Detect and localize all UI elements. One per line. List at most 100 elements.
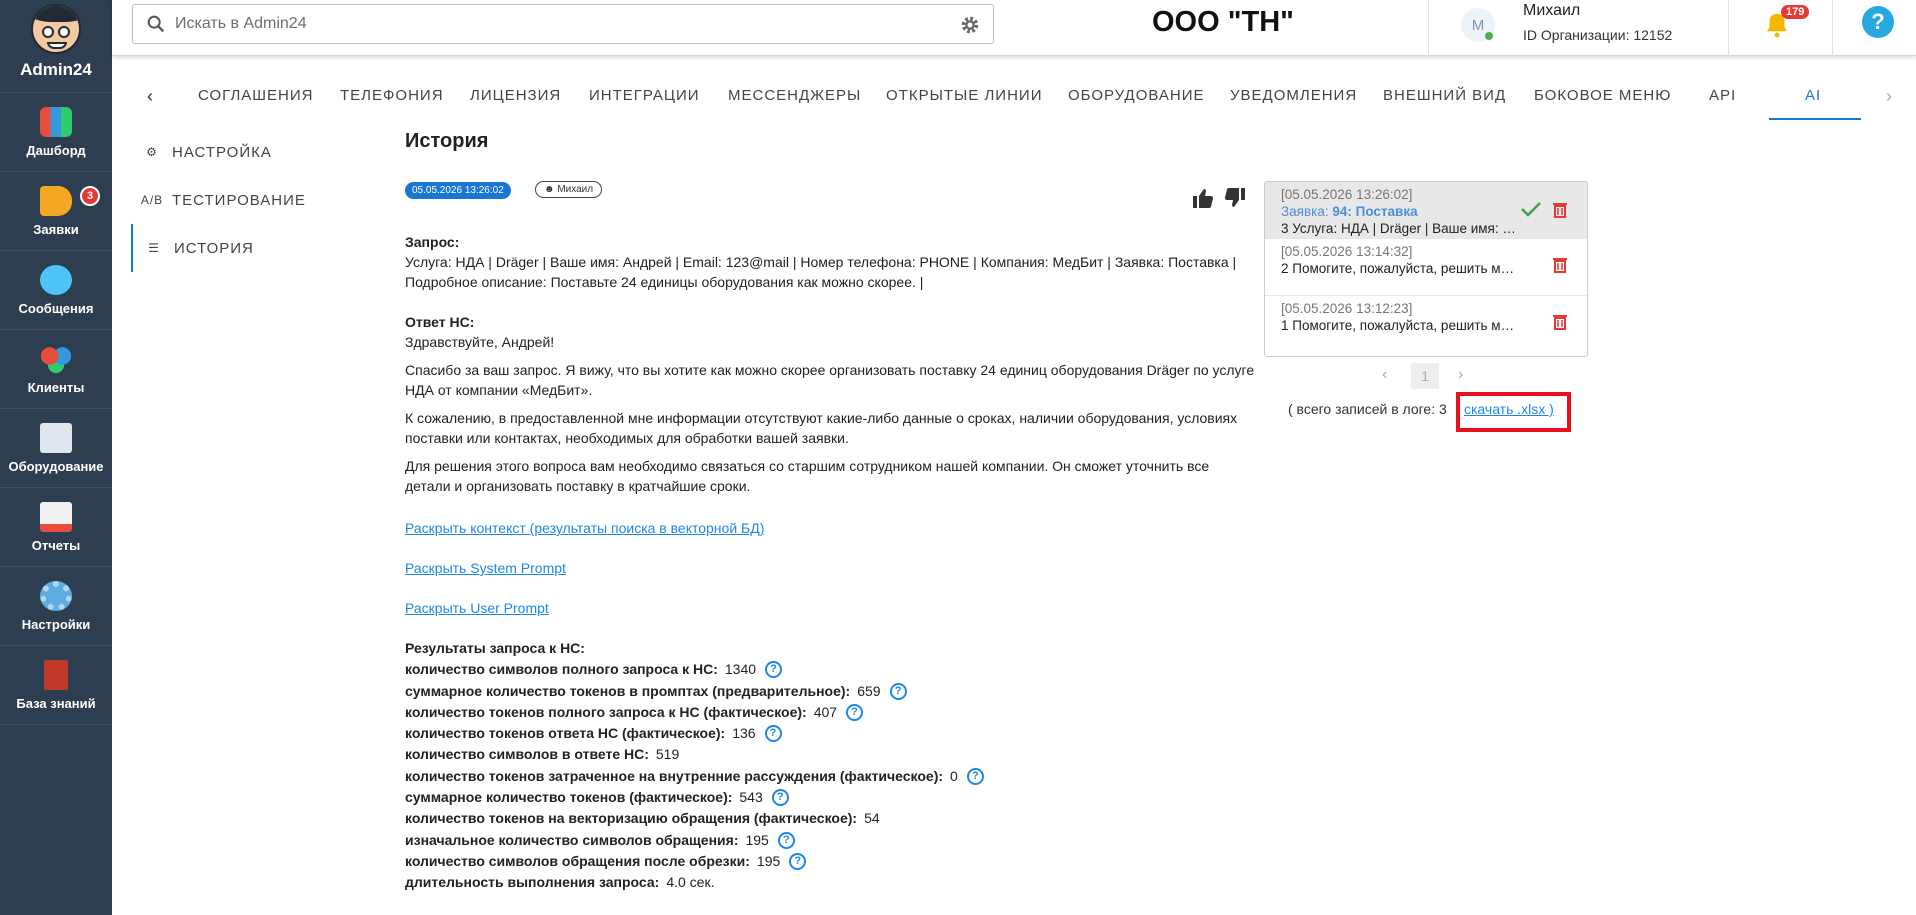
ticket-prefix: Заявка: (1281, 204, 1333, 219)
tab-equipment[interactable]: ОБОРУДОВАНИЕ (1068, 87, 1205, 104)
help-icon[interactable]: ? (771, 789, 789, 807)
help-icon[interactable]: ? (765, 661, 783, 679)
sidebar-item-label: Дашборд (26, 142, 86, 158)
user-profile[interactable]: М Михаил ID Организации: 12152 (1428, 0, 1916, 56)
sidebar-item-label: Настройки (21, 616, 91, 632)
answer-greeting: Здравствуйте, Андрей! (405, 334, 555, 350)
log-pagination: ‹ 1 › (1380, 363, 1470, 389)
history-list-icon: ☰ (148, 241, 160, 255)
stat-label: изначальное количество символов обращени… (405, 831, 739, 848)
search-box[interactable] (132, 4, 994, 44)
sidebar-item-dashboard[interactable]: Дашборд (0, 93, 112, 172)
stat-value: 519 (655, 746, 680, 763)
stat-value: 543 (739, 789, 763, 806)
feedback-buttons (1190, 186, 1250, 210)
log-entry[interactable]: [05.05.2026 13:26:02] Заявка: 94: Постав… (1265, 182, 1587, 239)
sidebar-item-label: Заявки (33, 221, 79, 237)
help-icon[interactable]: ? (846, 704, 864, 722)
settings-tabs: ‹ СОГЛАШЕНИЯ ТЕЛЕФОНИЯ ЛИЦЕНЗИЯ ИНТЕГРАЦ… (112, 72, 1916, 122)
stat-row: суммарное количество токенов в промптах … (405, 681, 1255, 702)
delete-icon[interactable] (1553, 314, 1567, 330)
sidebar-item-reports[interactable]: Отчеты (0, 488, 112, 567)
ab-test-icon: A/B (140, 193, 164, 207)
stat-row: количество символов полного запроса к НС… (405, 659, 1255, 680)
tab-open-lines[interactable]: ОТКРЫТЫЕ ЛИНИИ (886, 87, 1043, 104)
tabs-scroll-right-icon[interactable]: › (1886, 86, 1892, 107)
answer-paragraph: Для решения этого вопроса вам необходимо… (405, 458, 1210, 494)
thumbs-up-icon[interactable] (1190, 186, 1216, 210)
knowledge-base-icon (44, 659, 68, 690)
log-entry-text: 2 Помогите, пожалуйста, решить мою пробл… (1281, 261, 1517, 276)
log-entry[interactable]: [05.05.2026 13:14:32] 2 Помогите, пожалу… (1265, 239, 1587, 296)
results-stats: Результаты запроса к НС: количество симв… (405, 638, 1255, 894)
avatar[interactable]: М (1461, 8, 1495, 42)
ticket-link[interactable]: 94: Поставка (1332, 204, 1417, 219)
organization-id: ID Организации: 12152 (1523, 27, 1673, 43)
next-page-icon[interactable]: › (1458, 366, 1463, 384)
stat-row: суммарное количество токенов (фактическо… (405, 787, 1255, 808)
expand-user-prompt-link[interactable]: Раскрыть User Prompt (405, 600, 549, 616)
dashboard-icon (40, 106, 72, 137)
stat-value: 195 (745, 831, 769, 848)
sidebar-item-equipment[interactable]: Оборудование (0, 409, 112, 488)
help-button[interactable]: ? (1862, 6, 1894, 38)
log-entry[interactable]: [05.05.2026 13:12:23] 1 Помогите, пожалу… (1265, 296, 1587, 353)
subnav-item-settings[interactable]: ⚙ НАСТРОЙКА (131, 128, 331, 176)
online-status-dot (1485, 32, 1493, 40)
tab-messengers[interactable]: МЕССЕНДЖЕРЫ (728, 87, 861, 104)
sidebar-item-clients[interactable]: Клиенты (0, 330, 112, 409)
tab-notifications[interactable]: УВЕДОМЛЕНИЯ (1230, 87, 1357, 104)
sidebar-item-knowledge-base[interactable]: База знаний (0, 646, 112, 725)
stat-label: количество символов полного запроса к НС… (405, 661, 718, 678)
subnav-item-history[interactable]: ☰ ИСТОРИЯ (131, 224, 331, 272)
sidebar-item-messages[interactable]: Сообщения (0, 251, 112, 330)
log-total-count: ( всего записей в логе: 3 (1288, 401, 1447, 417)
delete-icon[interactable] (1553, 257, 1567, 273)
expand-system-prompt-link[interactable]: Раскрыть System Prompt (405, 560, 566, 576)
sidebar-item-requests[interactable]: Заявки 3 (0, 172, 112, 251)
sidebar-logo[interactable]: Admin24 (0, 0, 112, 93)
help-icon[interactable]: ? (777, 831, 795, 849)
notifications-button[interactable] (1728, 0, 1833, 56)
tabs-scroll-left-icon[interactable]: ‹ (147, 86, 153, 107)
help-icon[interactable]: ? (889, 682, 907, 700)
tab-integrations[interactable]: ИНТЕГРАЦИИ (589, 87, 700, 104)
stat-row: длительность выполнения запроса: 4.0 сек. (405, 872, 1255, 893)
search-input[interactable] (175, 15, 945, 33)
download-xlsx-link[interactable]: скачать .xlsx ) (1464, 401, 1554, 417)
brand-name: Admin24 (20, 60, 92, 79)
answer-paragraph: К сожалению, в предоставленной мне инфор… (405, 410, 1238, 446)
stat-row: количество символов в ответе НС: 519 (405, 744, 1255, 765)
stat-label: количество токенов на векторизацию обращ… (405, 810, 858, 827)
tab-agreements[interactable]: СОГЛАШЕНИЯ (198, 87, 314, 104)
stat-label: количество токенов ответа НС (фактическо… (405, 725, 726, 742)
help-icon[interactable]: ? (789, 853, 807, 871)
stat-value: 1340 (724, 661, 757, 678)
answer-paragraph: Спасибо за ваш запрос. Я вижу, что вы хо… (405, 362, 1255, 398)
sidebar-item-settings[interactable]: Настройки (0, 567, 112, 646)
mascot-logo (31, 4, 81, 54)
chat-icon (40, 264, 72, 295)
tab-side-menu[interactable]: БОКОВОЕ МЕНЮ (1534, 87, 1671, 104)
tab-appearance[interactable]: ВНЕШНИЙ ВИД (1383, 87, 1506, 104)
help-icon[interactable]: ? (764, 725, 782, 743)
gear-icon[interactable] (959, 14, 981, 36)
stat-value: 407 (813, 703, 838, 720)
subnav-item-testing[interactable]: A/B ТЕСТИРОВАНИЕ (131, 176, 331, 224)
tab-license[interactable]: ЛИЦЕНЗИЯ (470, 87, 561, 104)
prev-page-icon[interactable]: ‹ (1382, 366, 1387, 384)
stat-value: 0 (950, 767, 958, 784)
delete-icon[interactable] (1553, 202, 1567, 218)
thumbs-down-icon[interactable] (1222, 186, 1248, 210)
help-icon[interactable]: ? (966, 767, 984, 785)
page-number[interactable]: 1 (1411, 363, 1439, 389)
tab-ai[interactable]: AI (1805, 87, 1821, 104)
expand-context-link[interactable]: Раскрыть контекст (результаты поиска в в… (405, 520, 764, 536)
tab-api[interactable]: API (1709, 87, 1736, 104)
tab-telephony[interactable]: ТЕЛЕФОНИЯ (340, 87, 444, 104)
user-chip-label: Михаил (557, 184, 594, 195)
notifications-badge: 179 (1781, 5, 1810, 19)
sidebar-item-label: Сообщения (18, 300, 94, 316)
log-entry-date: [05.05.2026 13:14:32] (1281, 244, 1413, 259)
log-entry-ticket[interactable]: Заявка: 94: Поставка (1281, 203, 1587, 220)
